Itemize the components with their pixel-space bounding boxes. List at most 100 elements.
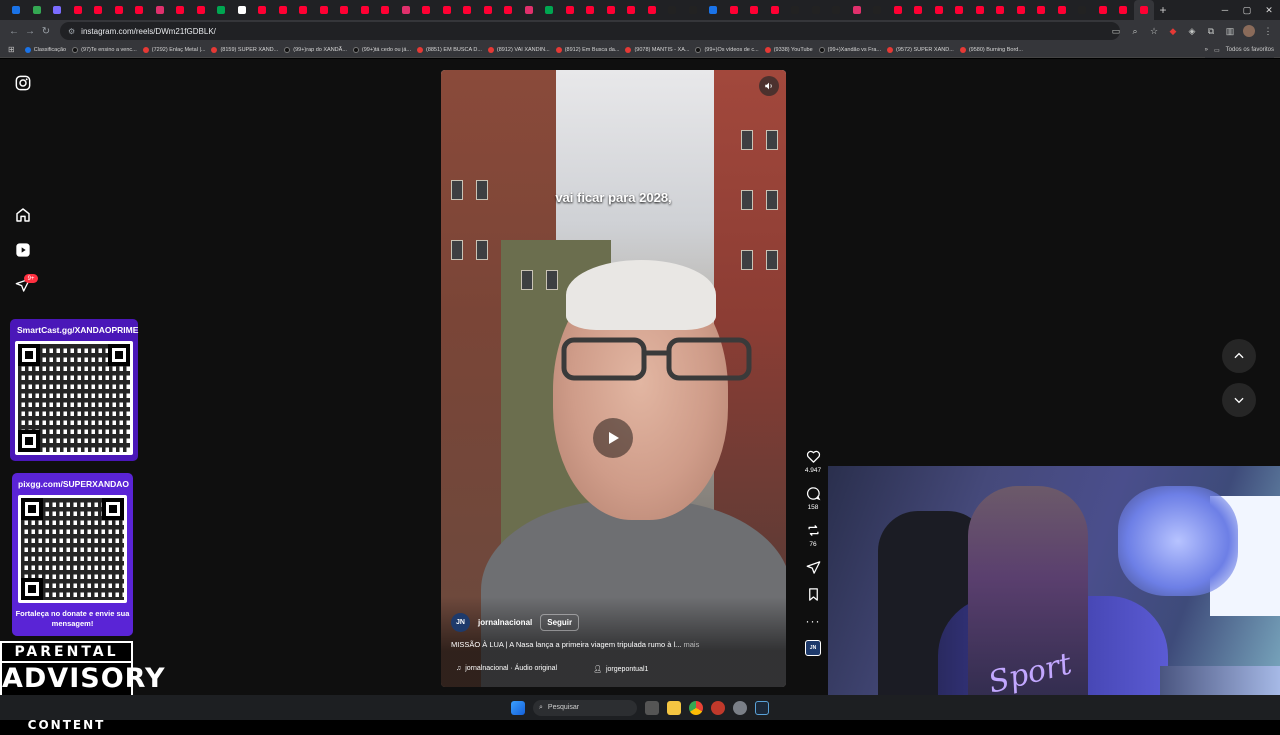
browser-tab[interactable] <box>457 0 478 20</box>
sidepanel-icon[interactable]: ▥ <box>1224 26 1236 37</box>
bookmark-item[interactable]: (9572) SUPER XAND... <box>887 46 954 53</box>
browser-tab[interactable] <box>949 0 970 20</box>
browser-tab[interactable] <box>888 0 909 20</box>
audio-thumbnail[interactable]: JN <box>805 640 821 656</box>
bookmark-item[interactable]: (99+)tá cedo ou já... <box>352 46 411 53</box>
chrome-icon[interactable] <box>689 700 703 715</box>
browser-tab[interactable] <box>621 0 642 20</box>
bookmark-item[interactable]: (97)Te ensino a venc... <box>72 46 137 53</box>
browser-tab[interactable] <box>1133 0 1154 20</box>
more-link[interactable]: mais <box>683 640 699 649</box>
bookmark-item[interactable]: (8912) Em Busca da... <box>555 46 619 53</box>
shield-icon[interactable]: ◈ <box>1186 26 1198 37</box>
zoom-icon[interactable]: ⌕ <box>1129 26 1141 37</box>
browser-tab[interactable] <box>293 0 314 20</box>
browser-tab[interactable] <box>908 0 929 20</box>
like-action[interactable]: 4.947 <box>805 449 821 474</box>
cast-icon[interactable]: ▭ <box>1110 26 1122 37</box>
more-options-action[interactable]: ··· <box>806 614 821 628</box>
browser-tab[interactable] <box>847 0 868 20</box>
author-avatar[interactable]: JN <box>451 613 470 632</box>
browser-tab[interactable] <box>724 0 745 20</box>
app-icon-red[interactable] <box>711 700 725 715</box>
taskbar-search[interactable]: ⌕ Pesquisar <box>533 699 637 716</box>
close-window-button[interactable]: ✕ <box>1258 0 1280 20</box>
browser-tab[interactable] <box>375 0 396 20</box>
previous-reel-button[interactable] <box>1222 339 1256 373</box>
browser-tab[interactable] <box>703 0 724 20</box>
browser-tab[interactable] <box>1031 0 1052 20</box>
browser-tab[interactable] <box>519 0 540 20</box>
browser-tab[interactable] <box>929 0 950 20</box>
steam-icon[interactable] <box>755 700 769 715</box>
instagram-logo-icon[interactable] <box>14 74 31 91</box>
save-action[interactable] <box>806 587 821 602</box>
browser-tab[interactable] <box>211 0 232 20</box>
browser-tab[interactable] <box>765 0 786 20</box>
browser-tab[interactable] <box>150 0 171 20</box>
browser-tab[interactable] <box>314 0 335 20</box>
browser-tab[interactable] <box>970 0 991 20</box>
browser-tab[interactable] <box>170 0 191 20</box>
browser-tab[interactable] <box>580 0 601 20</box>
browser-tab[interactable] <box>1093 0 1114 20</box>
browser-tab[interactable] <box>129 0 150 20</box>
site-info-icon[interactable]: ⚙ <box>68 27 75 36</box>
browser-tab[interactable] <box>1011 0 1032 20</box>
browser-tab[interactable] <box>437 0 458 20</box>
new-tab-button[interactable]: + <box>1154 0 1172 20</box>
bookmark-item[interactable]: (8851) EM BUSCA D... <box>416 46 482 53</box>
maximize-button[interactable]: ▢ <box>1236 0 1258 20</box>
extensions-puzzle-icon[interactable]: ⧉ <box>1205 26 1217 37</box>
browser-tab[interactable] <box>47 0 68 20</box>
browser-tab[interactable] <box>498 0 519 20</box>
browser-tab[interactable] <box>744 0 765 20</box>
browser-tab[interactable] <box>539 0 560 20</box>
bookmark-item[interactable]: (99+)rap do XANDÃ... <box>284 46 347 53</box>
browser-tab[interactable] <box>1113 0 1134 20</box>
browser-tab[interactable] <box>109 0 130 20</box>
browser-tab[interactable] <box>662 0 683 20</box>
share-action[interactable] <box>806 560 821 575</box>
repost-action[interactable]: 76 <box>806 523 821 548</box>
bookmark-item[interactable]: (9580) Burning Bord... <box>959 46 1023 53</box>
bookmark-item[interactable]: (8912) VAI XANDIN... <box>487 46 550 53</box>
extension-icon[interactable]: ◆ <box>1167 26 1179 37</box>
browser-tab[interactable] <box>273 0 294 20</box>
back-button[interactable]: ← <box>6 20 22 42</box>
menu-icon[interactable]: ⋮ <box>1262 26 1274 37</box>
browser-tab[interactable] <box>191 0 212 20</box>
browser-tab[interactable] <box>232 0 253 20</box>
bookmark-item[interactable]: (9078) MANTIS - XA... <box>625 46 689 53</box>
all-favorites-link[interactable]: Todos os favoritos <box>1226 47 1274 53</box>
next-reel-button[interactable] <box>1222 383 1256 417</box>
reel-video[interactable]: vai ficar para 2028, JN jornalnacional S… <box>441 70 786 687</box>
bookmark-item[interactable]: (99+)Os vídeos de c... <box>695 46 759 53</box>
play-button[interactable] <box>593 418 633 458</box>
comment-action[interactable]: 158 <box>806 486 821 511</box>
browser-tab[interactable] <box>252 0 273 20</box>
browser-tab[interactable] <box>642 0 663 20</box>
settings-icon[interactable] <box>733 700 747 715</box>
bookmark-star-icon[interactable]: ☆ <box>1148 26 1160 37</box>
browser-tab[interactable] <box>683 0 704 20</box>
address-bar[interactable]: ⚙ instagram.com/reels/DWm21fGDBLK/ <box>60 22 1120 40</box>
more-bookmarks-icon[interactable]: » <box>1205 47 1208 53</box>
author-name[interactable]: jornalnacional <box>478 618 532 627</box>
browser-tab[interactable] <box>785 0 806 20</box>
reels-icon[interactable] <box>14 241 31 258</box>
windows-start-icon[interactable] <box>511 700 525 715</box>
minimize-button[interactable]: ─ <box>1214 0 1236 20</box>
follow-button[interactable]: Seguir <box>540 614 580 631</box>
file-explorer-icon[interactable] <box>667 700 681 715</box>
browser-tab[interactable] <box>6 0 27 20</box>
audio-link[interactable]: ♫ jornalnacional · Áudio original <box>456 665 557 673</box>
browser-tab[interactable] <box>1072 0 1093 20</box>
browser-tab[interactable] <box>416 0 437 20</box>
browser-tab[interactable] <box>88 0 109 20</box>
bookmark-item[interactable]: (9338) YouTube <box>764 46 813 53</box>
home-icon[interactable] <box>14 206 31 223</box>
bookmark-item[interactable]: Classificação <box>24 46 66 53</box>
bookmark-item[interactable]: (8159) SUPER XAND... <box>211 46 278 53</box>
forward-button[interactable]: → <box>22 20 38 42</box>
